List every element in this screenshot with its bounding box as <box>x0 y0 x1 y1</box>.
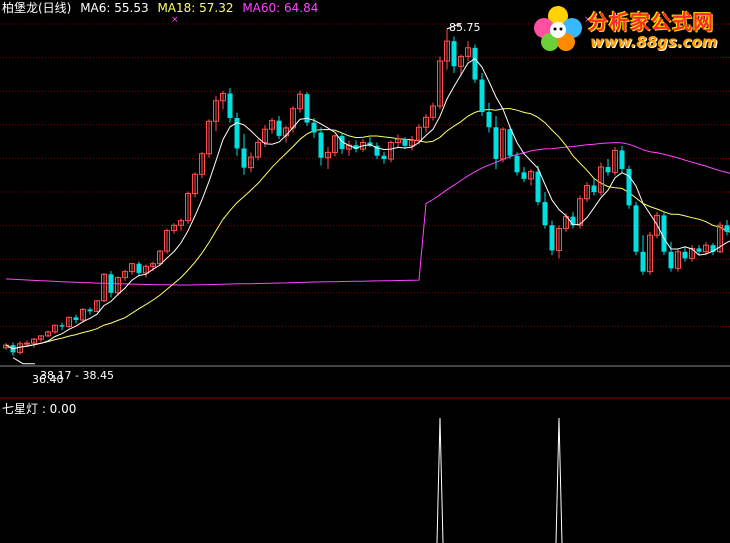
candle-body <box>591 185 597 193</box>
price-range-label: 38.17 - 38.45 <box>40 369 114 382</box>
ma6-line <box>5 58 730 350</box>
candle-body <box>227 93 233 118</box>
candle-body <box>276 120 282 136</box>
candle-body <box>486 112 492 128</box>
candle-body <box>507 129 513 156</box>
candle-body <box>402 139 408 146</box>
candle-body <box>311 122 317 133</box>
logo-title: 分析家公式网 <box>588 10 714 34</box>
indicator-legend: 七星灯 : 0.00 <box>2 402 77 416</box>
candle-body <box>633 205 639 252</box>
candle-body <box>605 166 611 173</box>
candle-body <box>696 248 702 252</box>
logo-url: www.88gs.com <box>590 33 718 51</box>
candle-body <box>535 171 541 203</box>
candle-body <box>661 215 667 252</box>
candle-body <box>24 342 30 345</box>
chart-legend: 柏堡龙(日线) MA6: 55.53 MA18: 57.32 MA60: 64.… <box>2 1 323 15</box>
candle-body <box>59 325 65 327</box>
candle-body <box>626 168 632 206</box>
candle-body <box>87 309 93 312</box>
candle-body <box>472 47 478 80</box>
candle-body <box>381 155 387 160</box>
stock-title: 柏堡龙(日线) <box>2 1 72 15</box>
signal-spike <box>555 417 563 543</box>
candle-body <box>724 225 730 232</box>
candle-body <box>521 172 527 179</box>
ma18-legend: MA18: 57.32 <box>157 1 234 15</box>
candle-body <box>108 274 114 293</box>
chart-canvas: × × × <box>0 15 730 543</box>
candle-body <box>479 79 485 113</box>
candle-body <box>542 202 548 226</box>
low-pointer <box>12 357 35 365</box>
ma60-legend: MA60: 64.84 <box>242 1 319 15</box>
high-price-label: 85.75 <box>449 21 481 34</box>
candle-body <box>549 225 555 251</box>
candle-body <box>318 132 324 158</box>
site-logo: 分析家公式网 www.88gs.com <box>528 2 728 54</box>
candle-body <box>619 150 625 169</box>
flower-logo-icon <box>534 6 582 51</box>
ma6-legend: MA6: 55.53 <box>80 1 149 15</box>
candle-body <box>668 251 674 269</box>
candle-body <box>493 127 499 160</box>
candle-body <box>640 251 646 272</box>
candle-body <box>682 251 688 259</box>
candle-body <box>241 148 247 168</box>
signal-spike <box>436 417 444 543</box>
candle-body <box>451 41 457 67</box>
cross-marker: × <box>171 15 179 25</box>
candle-body <box>73 317 79 320</box>
candle-body <box>136 263 142 273</box>
candle-body <box>514 155 520 173</box>
